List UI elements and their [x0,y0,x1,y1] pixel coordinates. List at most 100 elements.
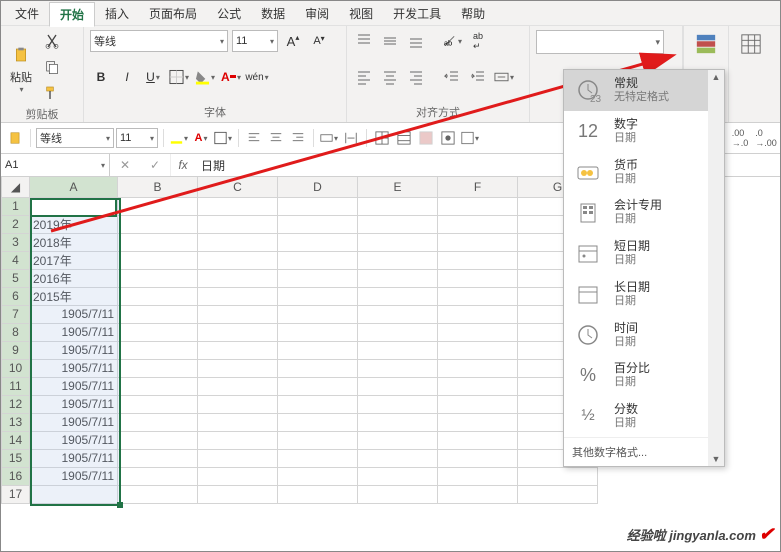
row-header[interactable]: 2 [2,215,30,233]
cell[interactable] [438,251,518,269]
cell[interactable] [278,251,358,269]
cell[interactable] [198,341,278,359]
row-header[interactable]: 16 [2,467,30,485]
cell[interactable] [118,431,198,449]
cell[interactable] [278,485,358,503]
menu-pagelayout[interactable]: 页面布局 [139,2,207,25]
cell[interactable] [438,215,518,233]
cell[interactable] [358,395,438,413]
cell[interactable] [358,287,438,305]
number-format-combo[interactable]: ▾ [536,30,664,54]
mini-autowidth-icon[interactable] [341,128,361,148]
cell[interactable] [198,287,278,305]
mini-grid1-icon[interactable] [372,128,392,148]
bold-icon[interactable]: B [90,66,112,88]
cell[interactable] [518,467,598,485]
cell[interactable] [438,233,518,251]
cell[interactable] [198,413,278,431]
cell[interactable] [118,323,198,341]
mini-border-icon[interactable]: ▾ [213,128,233,148]
numfmt-item-currency[interactable]: 货币日期 [564,152,724,193]
cell[interactable] [438,305,518,323]
cell[interactable] [198,305,278,323]
row-header[interactable]: 8 [2,323,30,341]
menu-insert[interactable]: 插入 [95,2,139,25]
cell[interactable] [118,197,198,215]
cell[interactable] [278,269,358,287]
row-header[interactable]: 17 [2,485,30,503]
cell[interactable] [438,341,518,359]
cell[interactable]: 2016年 [30,269,118,287]
row-header[interactable]: 7 [2,305,30,323]
cell[interactable] [198,359,278,377]
paste-caret-icon[interactable]: ▾ [19,85,23,94]
menu-formulas[interactable]: 公式 [207,2,251,25]
cell[interactable] [278,413,358,431]
row-header[interactable]: 1 [2,197,30,215]
cell[interactable] [358,269,438,287]
menu-file[interactable]: 文件 [5,2,49,25]
cell[interactable]: 2018年 [30,233,118,251]
cell[interactable] [358,359,438,377]
cell[interactable] [358,305,438,323]
cell[interactable] [278,467,358,485]
cell[interactable] [118,449,198,467]
format-table-icon[interactable] [737,30,765,58]
mini-grid4-icon[interactable] [438,128,458,148]
row-header[interactable]: 4 [2,251,30,269]
merge-cells-icon[interactable]: ▾ [493,66,515,88]
mini-grid3-icon[interactable] [416,128,436,148]
increase-indent-icon[interactable] [467,66,489,88]
cell[interactable] [438,485,518,503]
paste-label[interactable]: 粘贴 [10,69,32,85]
orientation-icon[interactable]: ab▾ [441,30,463,52]
mini-dec-decimal-icon[interactable]: .0→.00 [756,128,776,148]
cell[interactable] [358,251,438,269]
fx-icon[interactable]: fx [171,154,195,176]
cell[interactable] [278,359,358,377]
cell[interactable] [438,287,518,305]
col-header[interactable]: C [198,177,278,197]
mini-merge-icon[interactable]: ▾ [319,128,339,148]
row-header[interactable]: 12 [2,395,30,413]
cell[interactable]: 2017年 [30,251,118,269]
cell[interactable] [198,269,278,287]
cancel-icon[interactable]: ✕ [120,158,130,172]
more-number-formats[interactable]: 其他数字格式... [564,437,724,466]
cell[interactable] [358,431,438,449]
panel-scrollbar[interactable]: ▲▼ [708,70,724,466]
row-header[interactable]: 10 [2,359,30,377]
cell[interactable] [198,215,278,233]
font-name-combo[interactable]: 等线▾ [90,30,228,52]
menu-developer[interactable]: 开发工具 [383,2,451,25]
cell[interactable]: 2015年 [30,287,118,305]
cell[interactable] [358,323,438,341]
cell[interactable] [438,359,518,377]
underline-icon[interactable]: U▾ [142,66,164,88]
cell[interactable] [278,305,358,323]
menu-data[interactable]: 数据 [251,2,295,25]
cell[interactable]: 1905/7/11 [30,431,118,449]
row-header[interactable]: 15 [2,449,30,467]
cell[interactable]: 1905/7/11 [30,359,118,377]
cell[interactable]: 1905/7/11 [30,305,118,323]
mini-size-combo[interactable]: 11▾ [116,128,158,148]
cell[interactable] [118,359,198,377]
mini-inc-decimal-icon[interactable]: .00→.0 [730,128,750,148]
numfmt-item-general[interactable]: 23常规无特定格式 [564,70,724,111]
menu-view[interactable]: 视图 [339,2,383,25]
mini-align-l-icon[interactable] [244,128,264,148]
mini-fontcolor-icon[interactable]: A▾ [191,128,211,148]
name-box-caret-icon[interactable]: ▾ [101,161,105,170]
scroll-down-icon[interactable]: ▼ [712,452,721,466]
cell[interactable] [278,341,358,359]
mini-fill-icon[interactable]: ▾ [169,128,189,148]
numfmt-item-longdate[interactable]: 长日期日期 [564,274,724,315]
numfmt-item-percent[interactable]: %百分比日期 [564,355,724,396]
decrease-font-icon[interactable]: A▾ [308,30,330,52]
align-left-icon[interactable] [353,66,375,88]
enter-icon[interactable]: ✓ [150,158,160,172]
cell[interactable] [518,485,598,503]
font-color-icon[interactable]: A▾ [220,66,242,88]
col-header[interactable]: B [118,177,198,197]
